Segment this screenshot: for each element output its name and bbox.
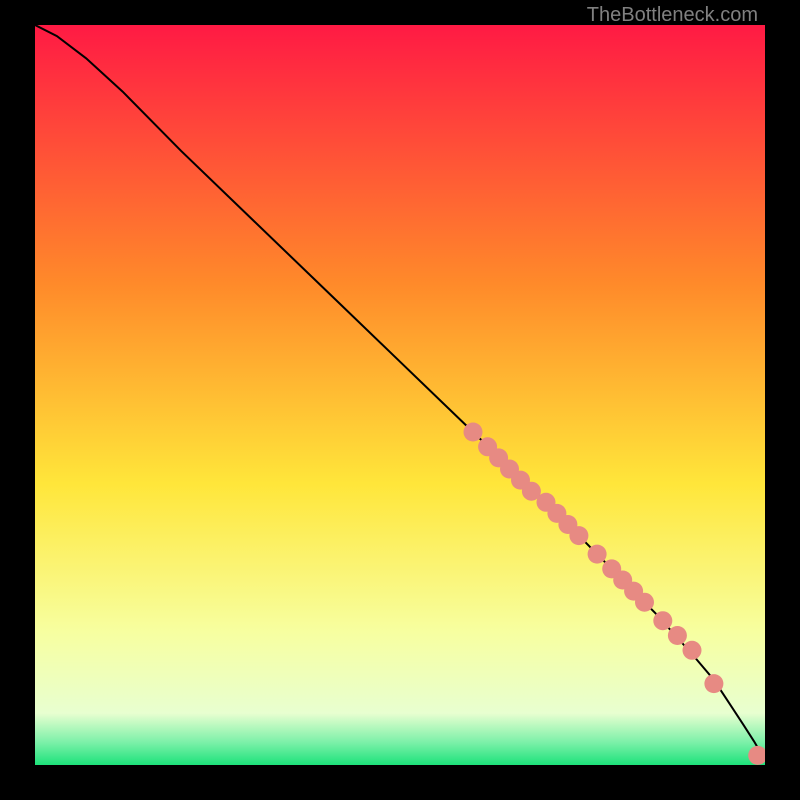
data-marker bbox=[683, 641, 702, 660]
plot-background bbox=[35, 25, 765, 765]
data-marker bbox=[464, 423, 483, 442]
data-marker bbox=[668, 626, 687, 645]
attribution-text: TheBottleneck.com bbox=[587, 4, 758, 27]
data-marker bbox=[588, 545, 607, 564]
data-marker bbox=[635, 593, 654, 612]
data-marker bbox=[704, 674, 723, 693]
data-marker bbox=[569, 526, 588, 545]
data-marker bbox=[653, 611, 672, 630]
bottleneck-chart bbox=[35, 25, 765, 765]
chart-stage: TheBottleneck.com bbox=[0, 0, 800, 800]
